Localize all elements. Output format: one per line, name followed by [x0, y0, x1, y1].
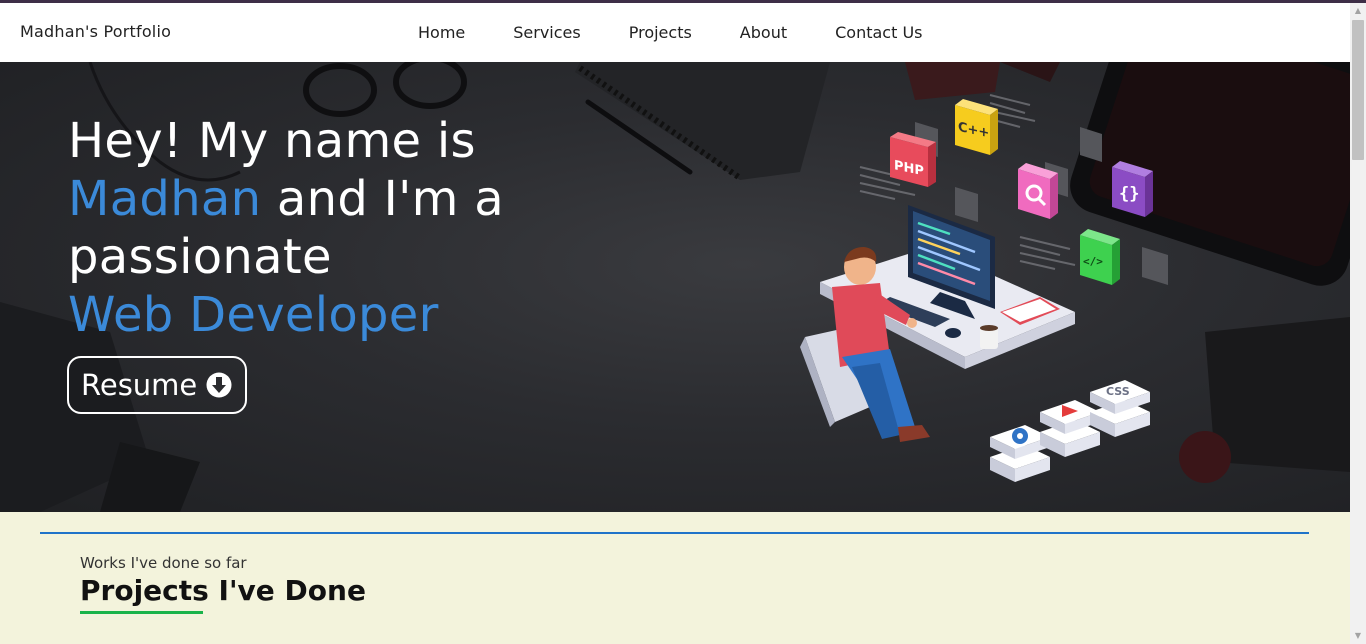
php-badge-icon: PHP — [890, 132, 936, 187]
page-scrollbar[interactable]: ▲ ▼ — [1350, 3, 1366, 644]
projects-title-underline — [80, 611, 203, 614]
nav-link-about[interactable]: About — [716, 23, 811, 42]
resume-button[interactable]: Resume — [67, 356, 248, 414]
resume-label: Resume — [81, 368, 198, 402]
play-block-icon — [1040, 400, 1100, 457]
hero-line-1: Hey! My name is — [68, 113, 476, 169]
code-badge-icon: </> — [1080, 229, 1120, 285]
braces-badge-icon: {} — [1112, 161, 1153, 217]
nav-links: Home Services Projects About Contact Us — [394, 3, 947, 62]
svg-text:{}: {} — [1119, 184, 1139, 204]
hero-name: Madhan — [68, 171, 262, 227]
cpp-badge-icon: C++ — [955, 99, 998, 155]
hero-heading: Hey! My name is Madhan and I'm a passion… — [68, 112, 608, 344]
svg-text:</>: </> — [1083, 255, 1103, 268]
scroll-down-arrow-icon[interactable]: ▼ — [1350, 628, 1366, 644]
nav-link-home[interactable]: Home — [394, 23, 489, 42]
download-circle-icon — [206, 372, 232, 398]
projects-title: Projects I've Done — [80, 574, 366, 607]
svg-text:CSS: CSS — [1106, 385, 1130, 398]
scroll-up-arrow-icon[interactable]: ▲ — [1350, 3, 1366, 19]
hero-role: Web Developer — [68, 287, 439, 343]
hero-line-2-rest: and I'm a — [261, 171, 504, 227]
scroll-thumb[interactable] — [1352, 20, 1364, 160]
section-divider — [40, 532, 1309, 534]
hero-section: Hey! My name is Madhan and I'm a passion… — [0, 62, 1350, 512]
hero-line-3: passionate — [68, 229, 332, 285]
hero-line-2: Madhan and I'm a — [68, 170, 608, 228]
projects-subtitle: Works I've done so far — [80, 554, 247, 572]
developer-illustration: PHP C++ {} </> CSS — [800, 94, 1168, 482]
nav-link-contact[interactable]: Contact Us — [811, 23, 946, 42]
search-badge-icon — [1018, 163, 1058, 219]
navbar: Madhan's Portfolio Home Services Project… — [0, 3, 1350, 62]
css-block-icon: CSS — [1090, 380, 1150, 437]
brand-link[interactable]: Madhan's Portfolio — [20, 22, 171, 41]
nav-link-projects[interactable]: Projects — [605, 23, 716, 42]
nav-link-services[interactable]: Services — [489, 23, 604, 42]
